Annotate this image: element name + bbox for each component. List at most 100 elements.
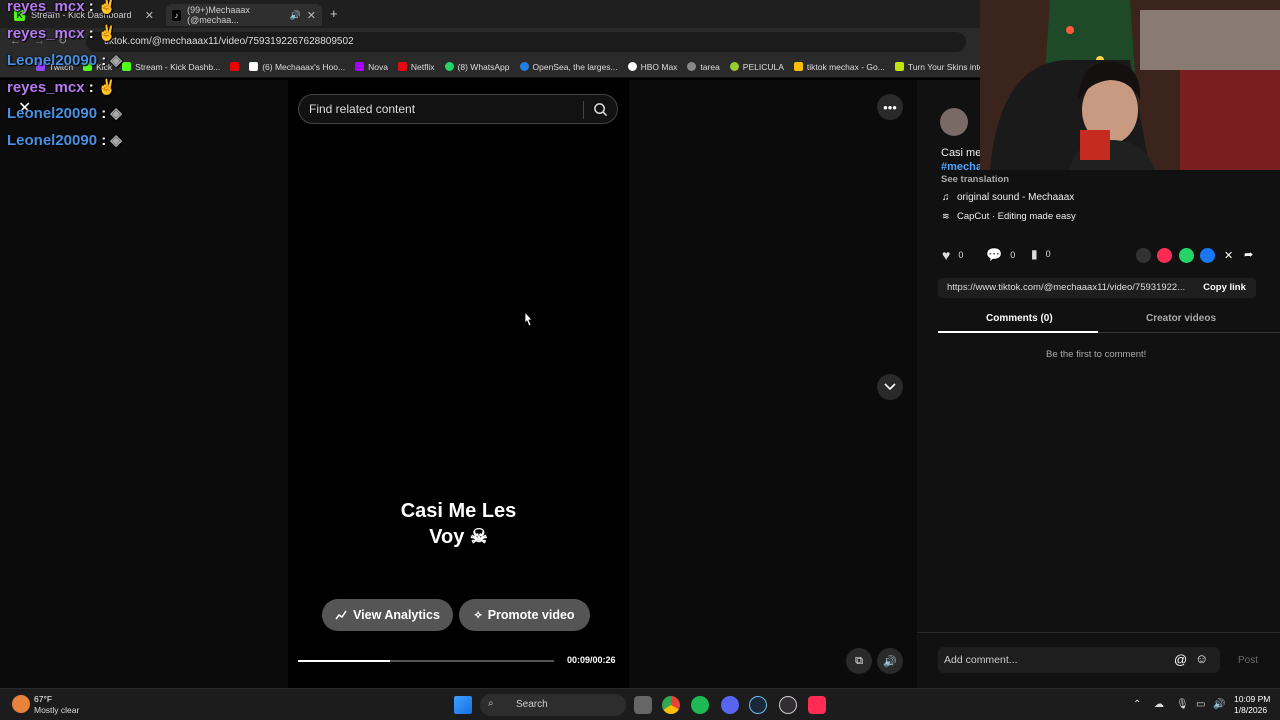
discord-icon[interactable] [721,696,739,714]
chevron-down-icon[interactable] [877,374,903,400]
search-icon[interactable] [593,102,608,117]
promote-video-button[interactable]: ⟡ Promote video [459,599,590,631]
video-player[interactable] [288,80,629,688]
empty-comments-text: Be the first to comment! [1046,349,1147,360]
heart-icon: ♥ [942,247,951,263]
weather-icon[interactable] [12,695,30,713]
spotify-icon[interactable] [691,696,709,714]
chat-separator: : [101,132,107,149]
tab-title: (99+)Mechaaax (@mechaa... [187,5,250,25]
bookmark-youtube[interactable] [230,62,240,71]
taskbar-search-label: Search [516,699,548,710]
embed-icon[interactable] [1136,248,1151,263]
post-button[interactable]: Post [1238,655,1258,666]
save-count: 0 [1045,249,1051,259]
steam-icon[interactable] [749,696,767,714]
address-bar: ← → ↻ tiktok.com/@mechaaax11/video/75931… [0,28,980,56]
obs-icon[interactable] [779,696,797,714]
chat-message: Leonel20090 : ◈ [7,131,122,149]
bookmark-hbo[interactable]: HBO Max [627,61,678,72]
whatsapp-icon[interactable] [1179,248,1194,263]
left-pane [0,80,288,688]
video-caption-line1: Casi Me Les [400,500,517,522]
tab-creator-videos[interactable]: Creator videos [1146,313,1216,324]
tiktok-app-icon[interactable] [808,696,826,714]
close-icon[interactable]: ✕ [145,9,154,22]
chart-icon [335,610,347,620]
chrome-icon[interactable] [662,696,680,714]
save-button[interactable]: ▮ 0 [1031,247,1051,261]
bookmark-whatsapp[interactable]: (8) WhatsApp [444,62,510,72]
chat-message: Leonel20090 : ◈ [7,104,122,122]
emoji-icon[interactable]: ☺ [1195,651,1208,666]
tab-tiktok[interactable]: ♪ (99+)Mechaaax (@mechaa... 🔊 ✕ [166,4,322,26]
task-view-icon[interactable] [634,696,652,714]
bookmark-label: OpenSea, the larges... [532,61,618,72]
tiktok-icon: ♪ [172,9,182,21]
bookmark-pelicula[interactable]: PELICULA [729,61,784,72]
microphone-icon[interactable]: 🎙 [1176,699,1189,710]
chat-separator: : [101,105,107,122]
see-translation-link[interactable]: See translation [941,174,1009,185]
new-tab-button[interactable]: + [330,6,338,21]
share-icon[interactable]: ➦ [1244,248,1253,261]
emote-icon: ◈ [110,105,122,122]
bookmark-nova[interactable]: Nova [355,62,388,72]
chat-username: reyes_mcx [7,79,85,96]
bookmark-label: PELICULA [742,61,784,72]
bookmark-x[interactable]: (6) Mechaaax's Hoo... [249,62,345,72]
copy-link-button[interactable]: Copy link [1193,278,1256,298]
close-icon[interactable]: ✕ [307,9,316,22]
tab-underline [938,331,1098,333]
chat-message: reyes_mcx : ✌ [7,24,117,42]
weather-temp: 67°F [34,694,53,704]
avatar[interactable] [940,108,968,136]
bookmark-label: Turn Your Skins into... [907,61,980,72]
chat-separator: : [88,0,94,15]
sound-link[interactable]: original sound - Mechaaax [957,192,1074,203]
bookmark-skins[interactable]: Turn Your Skins into... [894,61,980,72]
pip-icon[interactable]: ⧉ [846,648,872,674]
bookmark-icon: ▮ [1031,247,1038,261]
emote-icon: ◈ [110,132,122,149]
comment-count: 0 [1010,250,1016,260]
search-input[interactable] [309,102,569,116]
facebook-icon[interactable] [1200,248,1215,263]
chat-username: Leonel20090 [7,105,98,122]
bookmark-opensea[interactable]: OpenSea, the larges... [519,61,618,72]
comment-button[interactable]: 💬 0 [986,247,1015,263]
clock-time[interactable]: 10:09 PM [1234,694,1270,704]
capcut-link[interactable]: CapCut · Editing made easy [957,211,1076,222]
mention-icon[interactable]: @ [1174,652,1187,667]
video-description: Casi me [941,147,982,159]
bookmark-label: (6) Mechaaax's Hoo... [262,61,346,72]
x-icon[interactable]: ✕ [1224,249,1233,262]
like-button[interactable]: ♥ 0 [942,247,963,263]
progress-bar[interactable] [298,660,554,662]
bookmark-tiktok-mechax[interactable]: tiktok mechax - Go... [793,61,885,72]
chat-message: reyes_mcx : ✌ [7,78,117,96]
url-field[interactable]: tiktok.com/@mechaaax11/video/75931922676… [86,32,966,52]
network-icon[interactable]: ▭ [1196,699,1205,710]
speaker-icon[interactable]: 🔊 [290,10,301,21]
taskbar-search[interactable]: ⌕ Search [480,694,626,716]
view-analytics-button[interactable]: View Analytics [322,599,453,631]
windows-start-icon[interactable] [454,696,472,714]
more-options-icon[interactable]: ••• [877,94,903,120]
chevron-up-icon[interactable]: ⌃ [1133,699,1141,710]
onedrive-icon[interactable]: ☁ [1154,699,1164,710]
bookmark-label: HBO Max [640,61,678,72]
search-icon: ⌕ [488,698,494,709]
tiktok-share-icon[interactable] [1157,248,1172,263]
bookmarks-bar: Twitch Kick Stream - Kick Dashb... (6) M… [0,56,980,78]
clock-date[interactable]: 1/8/2026 [1234,705,1267,715]
bookmark-kick-dashboard[interactable]: Stream - Kick Dashb... [122,62,220,72]
volume-icon[interactable]: 🔊 [877,648,903,674]
view-analytics-label: View Analytics [353,608,440,622]
bookmark-tarea[interactable]: tarea [687,61,720,72]
bookmark-netflix[interactable]: Netflix [397,62,435,72]
speaker-icon[interactable]: 🔊 [1213,699,1225,710]
bookmark-label: tiktok mechax - Go... [806,61,885,72]
tab-comments[interactable]: Comments (0) [986,313,1053,324]
bookmark-label: tarea [700,61,720,72]
